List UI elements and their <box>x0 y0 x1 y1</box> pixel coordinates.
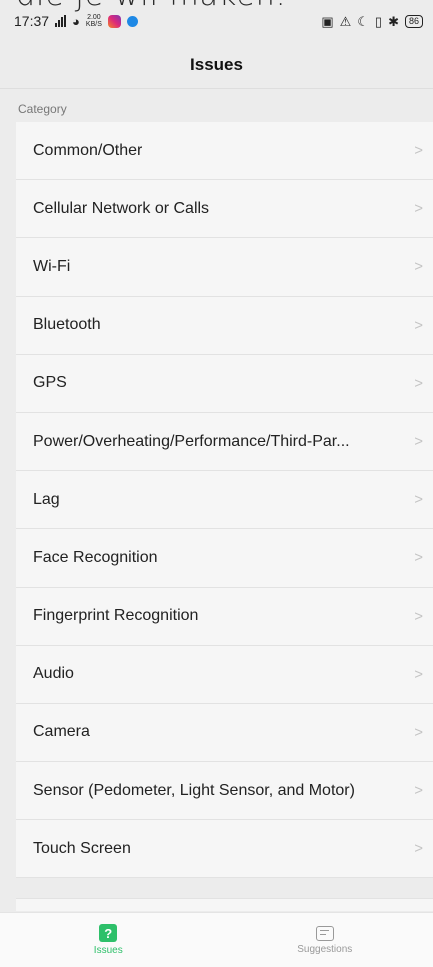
list-item-label: Common/Other <box>33 142 142 160</box>
bluetooth-icon: ✱ <box>388 15 399 28</box>
status-bar: 17:37 ◕ 2.00KB/S ▣ ⚠ ☾ ▯ ✱ 86 <box>0 0 433 42</box>
list-item-label: Audio <box>33 665 74 683</box>
chevron-right-icon: > <box>414 142 423 159</box>
chevron-right-icon: > <box>414 375 423 392</box>
chevron-right-icon: > <box>414 491 423 508</box>
signal-icon <box>55 15 66 27</box>
list-item[interactable]: Touch Screen > <box>16 820 433 878</box>
instagram-icon <box>108 15 121 28</box>
list-item-label: Power/Overheating/Performance/Third-Par.… <box>33 433 350 451</box>
list-item-label: Face Recognition <box>33 549 158 567</box>
list-item[interactable]: Power/Overheating/Performance/Third-Par.… <box>16 413 433 471</box>
chevron-right-icon: > <box>414 782 423 799</box>
status-time: 17:37 <box>14 13 49 29</box>
question-icon: ? <box>99 924 117 942</box>
list-item[interactable]: Common/Other > <box>16 122 433 180</box>
category-list: Common/Other>Cellular Network or Calls>W… <box>16 122 433 878</box>
list-item[interactable]: Audio > <box>16 646 433 704</box>
chevron-right-icon: > <box>414 317 423 334</box>
app-notification-icon <box>127 16 138 27</box>
chevron-right-icon: > <box>414 549 423 566</box>
wifi-icon: ◕ <box>72 15 80 28</box>
tab-issues[interactable]: ? Issues <box>0 913 217 967</box>
chevron-right-icon: > <box>414 724 423 741</box>
list-item[interactable]: Camera > <box>16 704 433 762</box>
mute-icon: ⚠ <box>340 15 352 28</box>
list-item[interactable]: Fingerprint Recognition > <box>16 588 433 646</box>
list-item[interactable]: Lag > <box>16 471 433 529</box>
battery-icon: 86 <box>405 15 423 28</box>
tab-issues-label: Issues <box>94 945 123 956</box>
list-item-label: Lag <box>33 491 60 509</box>
chevron-right-icon: > <box>414 840 423 857</box>
list-item-label: Wi-Fi <box>33 258 70 276</box>
tab-bar: ? Issues Suggestions <box>0 912 433 967</box>
list-item[interactable]: Wi-Fi > <box>16 238 433 296</box>
list-item-label: Fingerprint Recognition <box>33 607 198 625</box>
page-title: Issues <box>0 42 433 89</box>
message-icon <box>316 926 334 941</box>
network-speed: 2.00KB/S <box>86 14 102 28</box>
chevron-right-icon: > <box>414 608 423 625</box>
list-item-label: Camera <box>33 723 90 741</box>
vibrate-icon: ▯ <box>375 15 382 28</box>
tab-suggestions[interactable]: Suggestions <box>217 913 433 967</box>
list-item[interactable]: GPS > <box>16 355 433 413</box>
chevron-right-icon: > <box>414 433 423 450</box>
list-item[interactable]: Face Recognition > <box>16 529 433 587</box>
chevron-right-icon: > <box>414 200 423 217</box>
category-label: Category <box>18 102 67 116</box>
list-footer <box>16 898 433 911</box>
list-item[interactable]: Cellular Network or Calls > <box>16 180 433 238</box>
list-item[interactable]: Bluetooth > <box>16 297 433 355</box>
list-item-label: GPS <box>33 374 67 392</box>
list-item-label: Bluetooth <box>33 316 101 334</box>
moon-icon: ☾ <box>357 15 369 28</box>
list-item-label: Sensor (Pedometer, Light Sensor, and Mot… <box>33 782 355 800</box>
tab-suggestions-label: Suggestions <box>297 944 352 955</box>
chevron-right-icon: > <box>414 258 423 275</box>
chevron-right-icon: > <box>414 666 423 683</box>
list-item[interactable]: Sensor (Pedometer, Light Sensor, and Mot… <box>16 762 433 820</box>
list-item-label: Cellular Network or Calls <box>33 200 209 218</box>
nfc-icon: ▣ <box>321 15 333 28</box>
list-item-label: Touch Screen <box>33 840 131 858</box>
